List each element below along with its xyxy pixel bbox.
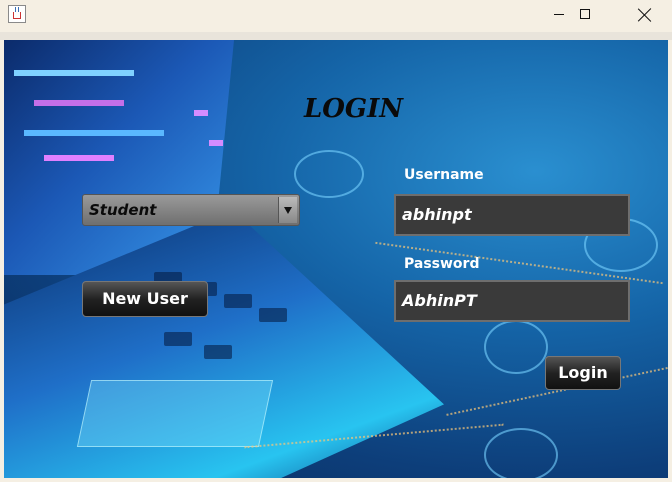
new-user-button[interactable]: New User [82, 281, 208, 317]
password-field[interactable]: AbhinPT [394, 280, 630, 322]
decor-circle [294, 150, 364, 198]
keyboard-key [164, 332, 192, 346]
username-label: Username [404, 167, 484, 183]
keyboard-key [224, 294, 252, 308]
login-button[interactable]: Login [545, 356, 621, 390]
maximize-icon [580, 9, 590, 19]
dropdown-arrow-button[interactable] [278, 197, 297, 223]
role-dropdown[interactable]: Student [82, 194, 300, 226]
close-button[interactable] [620, 0, 666, 32]
screen-code-line [194, 110, 208, 116]
screen-code-line [24, 130, 164, 136]
keyboard-key [204, 345, 232, 359]
decor-circle [484, 428, 558, 478]
background-touchpad [76, 380, 274, 447]
page-title: LOGIN [304, 94, 404, 124]
screen-code-line [44, 155, 114, 161]
close-icon [636, 6, 654, 24]
decor-circle [484, 320, 548, 374]
keyboard-key [259, 308, 287, 322]
role-dropdown-value: Student [89, 201, 157, 219]
login-panel: LOGIN Student Username abhinpt Password … [4, 40, 668, 478]
java-icon [8, 5, 26, 23]
username-field[interactable]: abhinpt [394, 194, 630, 236]
chevron-down-icon [284, 207, 292, 214]
title-bar [0, 0, 672, 32]
password-label: Password [404, 256, 480, 272]
screen-code-line [34, 100, 124, 106]
maximize-button[interactable] [562, 0, 608, 32]
screen-code-line [209, 140, 223, 146]
window-frame [0, 32, 672, 40]
screen-code-line [14, 70, 134, 76]
